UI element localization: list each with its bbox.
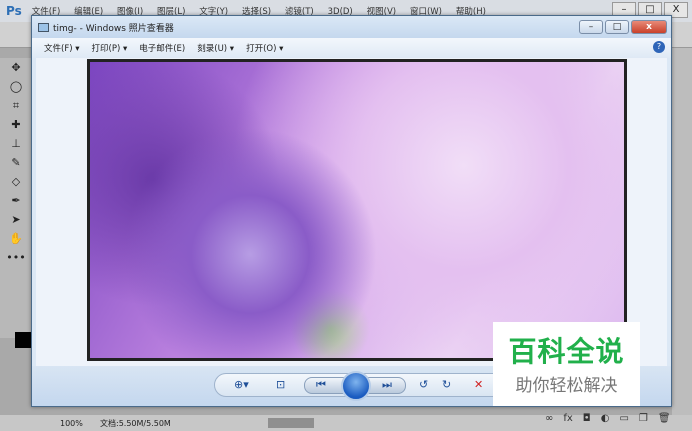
menu-burn[interactable]: 刻录(U) ▾ <box>197 42 234 54</box>
new-layer-icon[interactable]: ❐ <box>639 413 648 424</box>
more-tools-icon[interactable]: ••• <box>6 251 26 267</box>
watermark-sub: 助你轻松解决 <box>515 376 618 396</box>
move-tool-icon[interactable]: ✥ <box>6 61 26 77</box>
folder-icon[interactable]: ▭ <box>619 413 628 424</box>
layer-panel-icons: ∞ fx ◘ ◐ ▭ ❐ 🗑 <box>545 413 671 424</box>
viewer-maximize-button[interactable]: □ <box>605 20 629 34</box>
eraser-tool-icon[interactable]: ✎ <box>6 156 26 172</box>
lasso-tool-icon[interactable]: ◯ <box>6 80 26 96</box>
viewer-title: timg- - Windows 照片查看器 <box>53 23 174 34</box>
crop-tool-icon[interactable]: ⌗ <box>6 99 26 115</box>
pen-tool-icon[interactable]: ✒ <box>6 194 26 210</box>
zoom-level[interactable]: 100% <box>60 419 100 428</box>
link-icon[interactable]: ∞ <box>545 413 553 424</box>
menu-print[interactable]: 打印(P) ▾ <box>92 42 128 54</box>
watermark-main: 百科全说 <box>508 335 625 368</box>
help-icon[interactable]: ? <box>653 41 665 53</box>
viewer-menubar: 文件(F) ▾ 打印(P) ▾ 电子邮件(E) 刻录(U) ▾ 打开(O) ▾ <box>32 38 671 58</box>
viewer-minimize-button[interactable]: – <box>579 20 603 34</box>
photoshop-logo: Ps <box>6 4 22 18</box>
hand-tool-icon[interactable]: ✋ <box>6 232 26 248</box>
trash-icon[interactable]: 🗑 <box>658 413 671 424</box>
select-tool-icon[interactable]: ➤ <box>6 213 26 229</box>
delete-icon[interactable]: ✕ <box>474 378 483 391</box>
previous-icon[interactable]: ⏮ <box>316 378 326 392</box>
zoom-icon[interactable]: ⊕▾ <box>234 378 249 391</box>
menu-email[interactable]: 电子邮件(E) <box>139 42 185 54</box>
ps-toolbox: ✥ ◯ ⌗ ✚ ⊥ ✎ ◇ ✒ ➤ ✋ ••• <box>0 58 31 348</box>
slideshow-button[interactable] <box>341 371 371 401</box>
rotate-right-icon[interactable]: ↻ <box>442 378 451 391</box>
menu-open[interactable]: 打开(O) ▾ <box>246 42 283 54</box>
photo-viewer-icon <box>38 22 49 32</box>
next-icon[interactable]: ⏭ <box>382 378 392 392</box>
stamp-tool-icon[interactable]: ⊥ <box>6 137 26 153</box>
viewer-titlebar: timg- - Windows 照片查看器 <box>32 16 671 38</box>
doc-size: 文档:5.50M/5.50M <box>100 418 171 428</box>
menu-file[interactable]: 文件(F) ▾ <box>44 42 80 54</box>
blur-tool-icon[interactable]: ◇ <box>6 175 26 191</box>
rotate-left-icon[interactable]: ↺ <box>419 378 428 391</box>
foreground-color-swatch[interactable] <box>15 332 31 348</box>
viewer-close-button[interactable]: x <box>631 20 667 34</box>
adjustment-icon[interactable]: ◐ <box>601 413 610 424</box>
image-area <box>36 58 667 366</box>
displayed-photo <box>87 59 627 361</box>
watermark-logo: 百科全说 助你轻松解决 <box>493 322 640 406</box>
ps-panels <box>672 48 692 431</box>
horizontal-scrollbar[interactable] <box>268 418 314 428</box>
fit-window-icon[interactable]: ⊡ <box>276 378 285 391</box>
mask-icon[interactable]: ◘ <box>583 413 591 424</box>
healing-tool-icon[interactable]: ✚ <box>6 118 26 134</box>
fx-icon[interactable]: fx <box>563 413 572 424</box>
